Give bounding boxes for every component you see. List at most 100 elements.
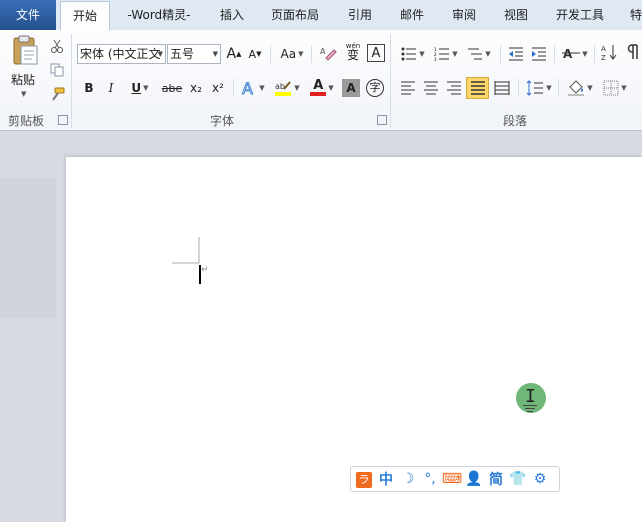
borders-icon [603,80,619,96]
decrease-indent-icon [509,47,523,61]
paragraph-mark-icon: ↵ [201,265,209,275]
ibeam-cursor-icon: I [525,386,536,407]
change-case-button[interactable]: Aa ▼ [278,44,306,64]
tab-view[interactable]: 视图 [492,0,540,30]
bullets-button[interactable]: ▼ [398,44,428,64]
phonetic-guide-icon: 变 [346,48,359,62]
character-border-icon: A [371,45,381,61]
tab-special[interactable]: 特 [626,0,642,30]
font-color-button[interactable]: A ▼ [307,78,337,98]
enclose-characters-button[interactable]: 字 [365,78,385,98]
line-spacing-icon [526,80,544,96]
font-size-combo[interactable]: 五号 ▼ [167,44,221,64]
format-painter-icon[interactable] [48,85,66,105]
tab-home[interactable]: 开始 [60,1,110,31]
divider [233,79,234,97]
tab-developer[interactable]: 开发工具 [548,0,612,30]
numbering-button[interactable]: 1 2 3 ▼ [431,44,461,64]
group-divider [71,34,72,128]
strikethrough-button[interactable]: abe [160,78,184,98]
bold-icon: B [84,81,94,95]
tab-review[interactable]: 审阅 [440,0,488,30]
cut-icon[interactable] [48,36,66,56]
divider [270,45,271,63]
align-left-button[interactable] [398,78,418,98]
justify-button[interactable] [466,77,489,99]
shrink-font-button[interactable]: A ▼ [246,44,264,64]
increase-indent-button[interactable] [529,44,549,64]
highlighter-icon: ab [275,81,292,96]
ibeam-cursor-line [525,408,535,409]
tab-insert[interactable]: 插入 [208,0,256,30]
moon-icon[interactable]: ☽ [397,471,419,487]
paste-button[interactable] [8,34,42,68]
font-launcher-icon[interactable] [377,115,387,125]
clipboard-icon [13,35,38,65]
bold-button[interactable]: B [80,78,98,98]
punctuation-icon[interactable]: °, [419,471,441,487]
decrease-indent-button[interactable] [506,44,526,64]
shading-button[interactable]: ▼ [564,78,596,98]
settings-gear-icon[interactable]: ⚙ [529,471,551,487]
divider [554,45,555,63]
bullet-list-icon [401,47,417,61]
paragraph-group-label: 段落 [503,114,528,128]
tab-page-layout[interactable]: 页面布局 [262,0,328,30]
svg-text:ab: ab [275,82,285,91]
tab-references[interactable]: 引用 [336,0,384,30]
ime-logo-icon[interactable]: ラ [353,471,375,488]
paste-dropdown-icon[interactable]: ▼ [21,90,26,98]
align-center-icon [424,81,438,95]
svg-text:A: A [563,47,573,61]
font-color-icon: A [310,78,327,96]
divider [518,79,519,97]
ime-chinese-mode[interactable]: 中 [375,469,397,489]
ime-toolbar: ラ 中 ☽ °, ⌨ 👤 简 👕 ⚙ [350,466,560,492]
svg-text:A: A [242,80,253,96]
clipboard-launcher-icon[interactable] [58,115,68,125]
superscript-icon: x² [212,81,224,95]
font-name-value: 宋体 (中文正文 [80,47,161,61]
line-spacing-button[interactable]: ▼ [524,78,554,98]
borders-button[interactable]: ▼ [600,78,630,98]
chinese-layout-icon: A [562,47,581,61]
paste-label: 粘贴 [11,73,36,87]
copy-icon[interactable] [48,60,66,80]
justify-icon [470,81,485,95]
tab-mailings[interactable]: 邮件 [388,0,436,30]
character-shading-button[interactable]: A [342,79,360,97]
font-size-value: 五号 [170,47,195,61]
clear-formatting-button[interactable]: A [318,43,338,63]
multilevel-list-icon [468,48,483,60]
paint-bucket-icon [568,80,585,96]
highlight-button[interactable]: ab ▼ [271,78,303,98]
left-margin-shade [0,178,56,318]
subscript-button[interactable]: x₂ [186,78,206,98]
user-icon[interactable]: 👤 [463,471,485,487]
chinese-layout-button[interactable]: A ▼ [560,44,590,64]
align-right-icon [447,81,461,95]
align-right-button[interactable] [444,78,464,98]
font-group-label: 字体 [210,114,235,128]
tab-file[interactable]: 文件 [0,0,56,30]
superscript-button[interactable]: x² [208,78,228,98]
skin-icon[interactable]: 👕 [507,471,529,487]
sort-button[interactable]: AZ [600,42,620,62]
show-marks-button[interactable] [624,42,642,62]
keyboard-icon[interactable]: ⌨ [441,471,463,487]
italic-button[interactable]: I [102,78,120,98]
divider [500,45,501,63]
font-color-letter: A [313,78,324,93]
underline-button[interactable]: U ▼ [125,78,155,98]
ime-simplified-mode[interactable]: 简 [485,469,507,489]
character-border-button[interactable]: A [367,44,385,62]
phonetic-guide-button[interactable]: wén 变 [342,41,364,61]
chevron-down-icon: ▼ [157,50,163,58]
text-effects-button[interactable]: A ▼ [238,78,268,98]
font-name-combo[interactable]: 宋体 (中文正文 ▼ [77,44,166,64]
multilevel-list-button[interactable]: ▼ [464,44,494,64]
tab-word-jingling[interactable]: -Word精灵- [116,0,202,30]
align-center-button[interactable] [421,78,441,98]
distributed-button[interactable] [492,78,512,98]
grow-font-button[interactable]: A ▲ [225,44,243,64]
